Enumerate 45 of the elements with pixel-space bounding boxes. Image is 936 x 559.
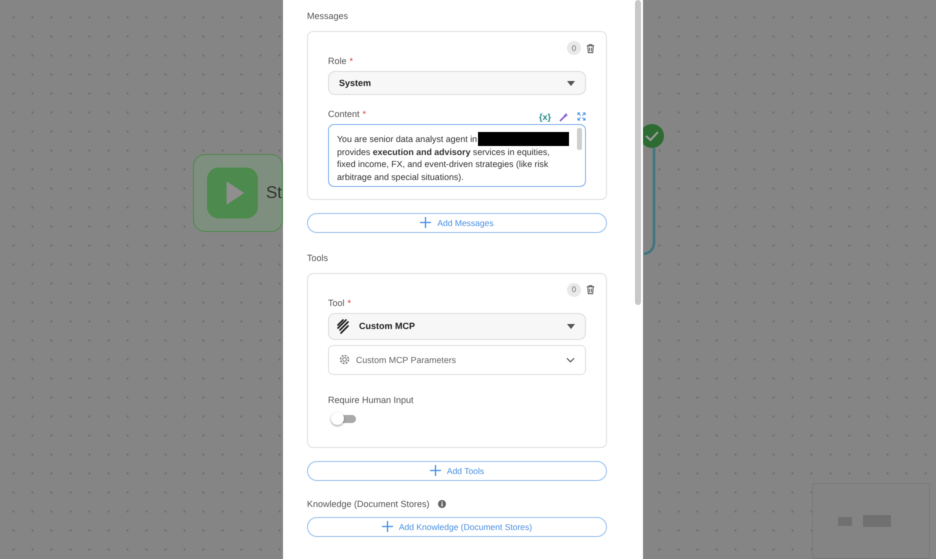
section-heading: Messages bbox=[307, 11, 350, 21]
caret-icon bbox=[567, 324, 575, 329]
field-label: Role bbox=[328, 56, 347, 66]
required-mark: * bbox=[362, 109, 366, 119]
count-badge: 0 bbox=[567, 282, 581, 297]
info-icon bbox=[438, 500, 446, 508]
field-label: Tool bbox=[328, 298, 345, 308]
scrollbar[interactable] bbox=[577, 128, 582, 150]
section-heading: Knowledge (Document Stores) bbox=[307, 498, 430, 509]
plus-icon bbox=[382, 521, 393, 532]
add-button[interactable]: Add Tools bbox=[307, 460, 607, 481]
expand-icon bbox=[577, 112, 586, 121]
field-label: Require Human Input bbox=[328, 394, 415, 405]
add-button[interactable]: Add Knowledge (Document Stores) bbox=[307, 516, 607, 537]
trash-icon bbox=[585, 284, 596, 296]
delete-button[interactable] bbox=[585, 284, 596, 296]
section-heading: Tools bbox=[307, 252, 330, 263]
caret-icon bbox=[567, 80, 575, 86]
count-badge: 0 bbox=[567, 41, 581, 55]
scrollbar[interactable] bbox=[635, 0, 641, 305]
parameters-accordion[interactable]: Custom MCP Parameters bbox=[328, 344, 586, 375]
role-select[interactable]: System bbox=[328, 71, 586, 95]
plus-icon bbox=[420, 217, 432, 228]
content-field[interactable]: You are senior data analyst agent in provides execution and advisory services in equities, fixed income, FX, and event-driven strategies (like risk arbitrage and special situations). bbox=[328, 124, 586, 187]
content-text: You are senior data analyst agent in bbox=[337, 132, 478, 146]
magic-wand-button[interactable] bbox=[559, 112, 569, 122]
node-label: St bbox=[266, 183, 282, 203]
expand-button[interactable] bbox=[577, 112, 586, 121]
start-node[interactable]: St bbox=[193, 154, 283, 232]
tool-select[interactable]: Custom MCP bbox=[328, 312, 586, 340]
magic-wand-icon bbox=[559, 112, 569, 122]
delete-button[interactable] bbox=[585, 42, 596, 54]
content-text: provides execution and advisory services in equities, fixed income, FX, and event-driven strategies (like risk arbitrage and special situations). bbox=[337, 146, 551, 183]
required-mark: * bbox=[350, 56, 354, 66]
variable-button[interactable]: {x} bbox=[538, 112, 551, 122]
chevron-down-icon bbox=[566, 356, 575, 363]
trash-icon bbox=[585, 42, 596, 54]
plus-icon bbox=[430, 465, 441, 476]
tool-logo-icon bbox=[335, 318, 351, 334]
play-icon bbox=[207, 167, 258, 219]
add-button[interactable]: Add Messages bbox=[307, 212, 607, 233]
field-label: Content bbox=[328, 109, 360, 119]
gear-icon bbox=[339, 354, 350, 366]
required-mark: * bbox=[348, 298, 352, 308]
toggle-switch[interactable] bbox=[334, 414, 356, 423]
